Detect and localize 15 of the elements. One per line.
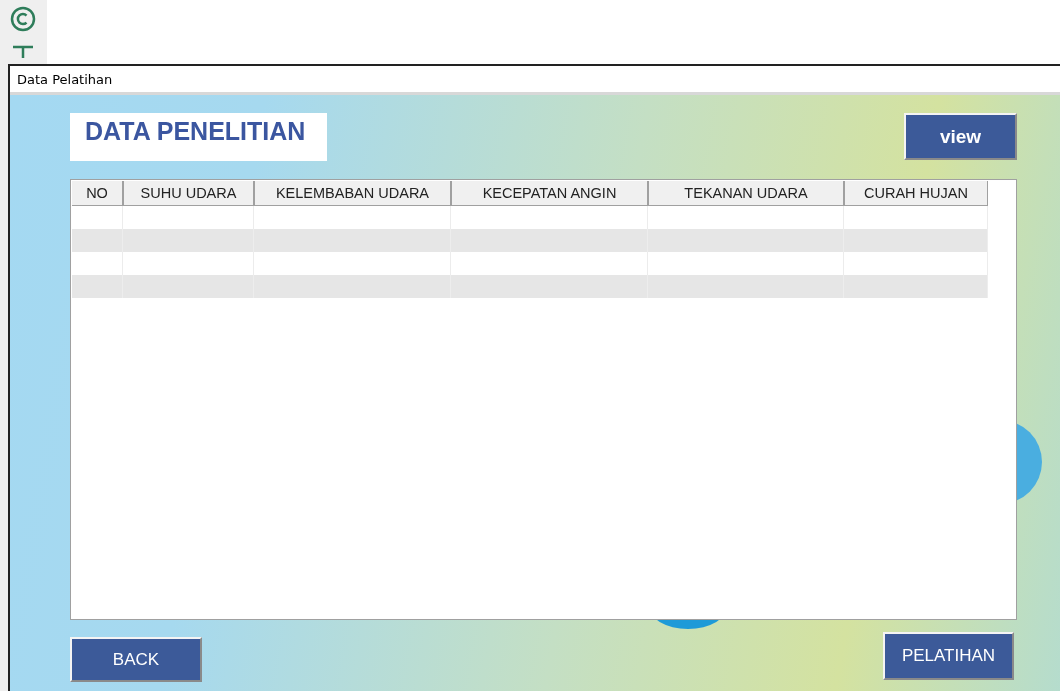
column-header: KELEMBABAN UDARA	[254, 181, 451, 206]
column-header: NO	[72, 181, 123, 206]
table-row[interactable]	[72, 229, 988, 252]
ring-icon[interactable]	[10, 6, 36, 32]
table-row[interactable]	[72, 275, 988, 298]
column-header: TEKANAN UDARA	[648, 181, 844, 206]
view-button[interactable]: view	[904, 113, 1017, 160]
window-title: Data Pelatihan	[17, 71, 113, 87]
column-header: CURAH HUJAN	[844, 181, 988, 206]
back-button[interactable]: BACK	[70, 637, 202, 682]
column-header: SUHU UDARA	[123, 181, 254, 206]
tee-icon[interactable]	[10, 44, 36, 58]
pelatihan-button[interactable]: PELATIHAN	[883, 632, 1014, 680]
column-header: KECEPATAN ANGIN	[451, 181, 648, 206]
page-heading: DATA PENELITIAN	[70, 113, 327, 161]
